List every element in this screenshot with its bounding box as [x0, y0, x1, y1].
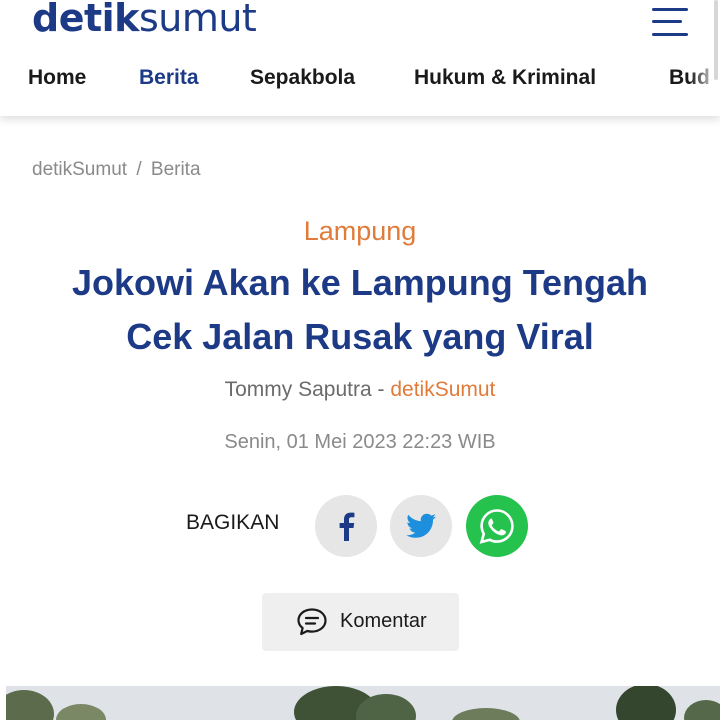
breadcrumb-current[interactable]: Berita	[151, 159, 201, 180]
author-name: Tommy Saputra	[224, 378, 372, 401]
hero-image-trees	[6, 686, 720, 720]
nav-item-hukum-kriminal[interactable]: Hukum & Kriminal	[414, 66, 596, 90]
article-byline: Tommy Saputra - detikSumut	[0, 378, 720, 402]
comment-icon	[297, 608, 327, 636]
breadcrumb-separator: /	[136, 159, 142, 180]
byline-separator: -	[377, 378, 385, 401]
nav-item-home[interactable]: Home	[28, 66, 86, 90]
hamburger-menu-icon[interactable]	[652, 6, 692, 40]
article-hero-image[interactable]	[6, 686, 720, 720]
nav-item-sepakbola[interactable]: Sepakbola	[250, 66, 355, 90]
article-title-line2: Cek Jalan Rusak yang Viral	[126, 316, 594, 357]
twitter-icon	[406, 513, 436, 538]
logo-text-detik: detik	[32, 0, 139, 40]
breadcrumb: detikSumut / Berita	[32, 159, 201, 181]
breadcrumb-home[interactable]: detikSumut	[32, 159, 127, 180]
site-logo[interactable]: detiksumut	[32, 0, 257, 40]
main-nav: Home Berita Sepakbola Hukum & Kriminal B…	[0, 66, 720, 98]
publish-date: Senin, 01 Mei 2023 22:23 WIB	[224, 431, 496, 453]
scrollbar[interactable]	[714, 0, 718, 80]
source-link[interactable]: detikSumut	[390, 378, 495, 401]
nav-item-berita[interactable]: Berita	[139, 66, 199, 90]
article-title: Jokowi Akan ke Lampung Tengah Cek Jalan …	[20, 256, 700, 364]
whatsapp-share-button[interactable]	[466, 495, 528, 557]
twitter-share-button[interactable]	[390, 495, 452, 557]
comment-label: Komentar	[340, 610, 427, 632]
comment-button[interactable]: Komentar	[262, 593, 459, 651]
facebook-icon	[339, 512, 355, 541]
article-title-line1: Jokowi Akan ke Lampung Tengah	[71, 262, 649, 303]
article-category[interactable]: Lampung	[0, 216, 720, 247]
share-label: BAGIKAN	[186, 511, 280, 534]
facebook-share-button[interactable]	[315, 495, 377, 557]
logo-text-sumut: sumut	[138, 0, 257, 40]
site-header: detiksumut Home Berita Sepakbola Hukum &…	[0, 0, 720, 116]
whatsapp-icon	[479, 509, 514, 544]
